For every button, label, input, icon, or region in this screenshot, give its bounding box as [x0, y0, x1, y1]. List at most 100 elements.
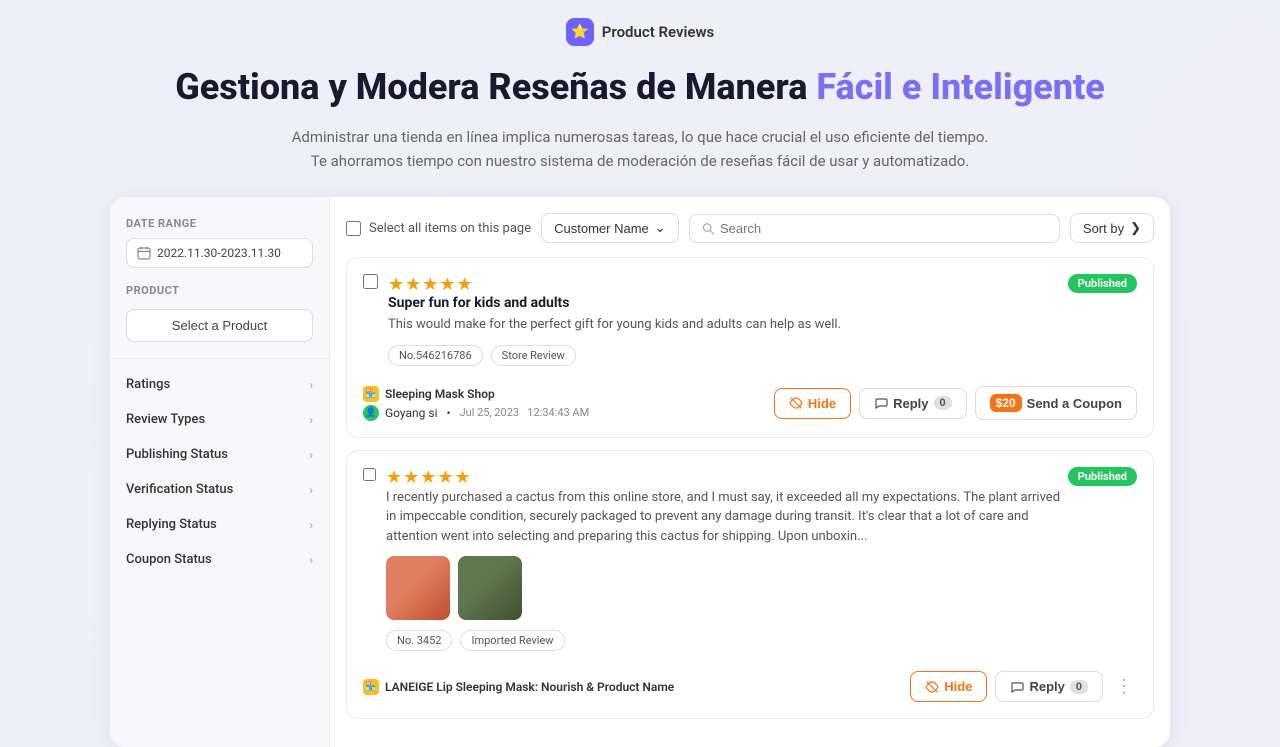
user-row: 👤 Goyang si • Jul 25, 2023 12:34:43 AM: [363, 405, 589, 421]
chevron-right-icon: ›: [309, 483, 313, 497]
review-content-block: ★★★★★ I recently purchased a cactus from…: [386, 467, 1068, 664]
search-icon: [702, 222, 714, 235]
review-footer: 🏪 Sleeping Mask Shop 👤 Goyang si • Jul 2…: [363, 386, 1137, 421]
reply-icon: [1010, 680, 1024, 694]
hero-heading-highlight: Fácil e Inteligente: [816, 66, 1104, 108]
user-icon: 👤: [363, 405, 379, 421]
date-range-value: 2022.11.30-2023.11.30: [157, 246, 281, 260]
reply-count: 0: [1070, 680, 1088, 694]
hero-subtext-line1: Administrar una tienda en línea implica …: [292, 128, 989, 146]
search-box[interactable]: [689, 214, 1060, 243]
main-panel: Date Range 2022.11.30-2023.11.30 Product…: [110, 197, 1170, 747]
sort-label: Sort by: [1083, 221, 1124, 236]
shop-row: 🏪 Sleeping Mask Shop: [363, 386, 589, 402]
filter-label: Verification Status: [126, 482, 233, 497]
review-card-header: ★★★★★ I recently purchased a cactus from…: [363, 467, 1137, 664]
select-all-label: Select all items on this page: [369, 221, 531, 236]
chevron-right-icon: ›: [309, 413, 313, 427]
review-image: [458, 556, 522, 620]
review-footer: 🏪 LANEIGE Lip Sleeping Mask: Nourish & P…: [363, 671, 1137, 702]
review-tag: No. 3452: [386, 630, 452, 651]
review-tag: No.546216786: [388, 345, 483, 366]
filter-item-ratings[interactable]: Ratings ›: [110, 367, 329, 402]
chevron-right-icon: ›: [309, 378, 313, 392]
search-input[interactable]: [720, 221, 1047, 236]
reply-button[interactable]: Reply 0: [859, 388, 967, 419]
product-label: Product: [126, 284, 313, 297]
select-all-checkbox[interactable]: [346, 221, 361, 236]
reply-count: 0: [934, 396, 952, 410]
review-header-left: ★★★★★ I recently purchased a cactus from…: [363, 467, 1068, 664]
tag-row: No. 3452 Imported Review: [386, 630, 1068, 651]
sort-chevron-icon: ❯: [1130, 220, 1141, 236]
action-buttons: Hide Reply 0: [910, 671, 1103, 702]
chevron-right-icon: ›: [309, 553, 313, 567]
action-buttons: Hide Reply 0 $20 Send a Coupon: [774, 386, 1137, 420]
toolbar: Select all items on this page Customer N…: [346, 213, 1154, 243]
hide-button[interactable]: Hide: [774, 388, 851, 419]
star-rating: ★★★★★: [386, 467, 1068, 488]
filter-list: Ratings›Review Types›Publishing Status›V…: [110, 367, 329, 577]
filter-label: Ratings: [126, 377, 170, 392]
hide-icon: [789, 396, 803, 410]
reviews-container: ★★★★★ Super fun for kids and adults This…: [346, 257, 1154, 719]
shop-info: 🏪 LANEIGE Lip Sleeping Mask: Nourish & P…: [363, 679, 674, 695]
sidebar-divider: [110, 358, 329, 359]
review-title: Super fun for kids and adults: [388, 295, 841, 311]
review-date: Jul 25, 2023 12:34:43 AM: [460, 406, 590, 419]
filter-label: Review Types: [126, 412, 205, 427]
reply-button[interactable]: Reply 0: [995, 671, 1103, 702]
hero-heading-plain: Gestiona y Modera Reseñas de Manera: [175, 66, 816, 108]
chevron-right-icon: ›: [309, 518, 313, 532]
filter-label: Replying Status: [126, 517, 217, 532]
shop-row: 🏪 LANEIGE Lip Sleeping Mask: Nourish & P…: [363, 679, 674, 695]
hero-section: Gestiona y Modera Reseñas de Manera Fáci…: [0, 56, 1280, 197]
customer-dropdown[interactable]: Customer Name ⌄: [541, 213, 679, 243]
send-coupon-button[interactable]: $20 Send a Coupon: [975, 386, 1137, 420]
hero-subtext: Administrar una tienda en línea implica …: [290, 125, 990, 173]
filter-item-verification-status[interactable]: Verification Status ›: [110, 472, 329, 507]
filter-item-publishing-status[interactable]: Publishing Status›: [110, 437, 329, 472]
app-title: Product Reviews: [602, 23, 714, 41]
review-content-block: ★★★★★ Super fun for kids and adults This…: [388, 274, 841, 378]
filter-item-coupon-status[interactable]: Coupon Status ›: [110, 542, 329, 577]
review-body: This would make for the perfect gift for…: [388, 315, 841, 335]
shop-icon: 🏪: [363, 386, 379, 402]
coupon-amount: $20: [990, 394, 1022, 412]
review-images: [386, 556, 1068, 620]
review-tag: Imported Review: [460, 630, 564, 651]
review-checkbox[interactable]: [363, 274, 378, 289]
user-name: Goyang si: [385, 406, 438, 420]
product-reviews-icon: ⭐: [566, 18, 594, 46]
review-image: [386, 556, 450, 620]
published-badge: Published: [1068, 467, 1137, 486]
date-range-input[interactable]: 2022.11.30-2023.11.30: [126, 238, 313, 268]
star-rating: ★★★★★: [388, 274, 841, 295]
more-options-button[interactable]: ⋮: [1111, 672, 1137, 701]
review-content: Select all items on this page Customer N…: [330, 197, 1170, 747]
tag-row: No.546216786 Store Review: [388, 345, 841, 366]
review-header-left: ★★★★★ Super fun for kids and adults This…: [363, 274, 841, 378]
top-bar: ⭐ Product Reviews: [0, 0, 1280, 56]
filter-label: Publishing Status: [126, 447, 228, 462]
customer-dropdown-label: Customer Name: [554, 221, 649, 236]
shop-name: LANEIGE Lip Sleeping Mask: Nourish & Pro…: [385, 680, 674, 694]
sort-button[interactable]: Sort by ❯: [1070, 213, 1154, 243]
select-all-row: Select all items on this page: [346, 221, 531, 236]
published-badge: Published: [1068, 274, 1137, 293]
review-card: ★★★★★ I recently purchased a cactus from…: [346, 450, 1154, 720]
review-checkbox[interactable]: [363, 467, 376, 482]
sidebar: Date Range 2022.11.30-2023.11.30 Product…: [110, 197, 330, 747]
hide-icon: [925, 680, 939, 694]
hero-heading: Gestiona y Modera Reseñas de Manera Fáci…: [20, 66, 1260, 109]
review-tag: Store Review: [491, 345, 576, 366]
shop-icon: 🏪: [363, 679, 379, 695]
filter-label: Coupon Status: [126, 552, 212, 567]
review-card: ★★★★★ Super fun for kids and adults This…: [346, 257, 1154, 438]
reply-icon: [874, 396, 888, 410]
select-product-button[interactable]: Select a Product: [126, 309, 313, 342]
hide-button[interactable]: Hide: [910, 671, 987, 702]
filter-item-review-types[interactable]: Review Types ›: [110, 402, 329, 437]
filter-item-replying-status[interactable]: Replying Status ›: [110, 507, 329, 542]
chevron-down-icon: ⌄: [655, 220, 666, 236]
